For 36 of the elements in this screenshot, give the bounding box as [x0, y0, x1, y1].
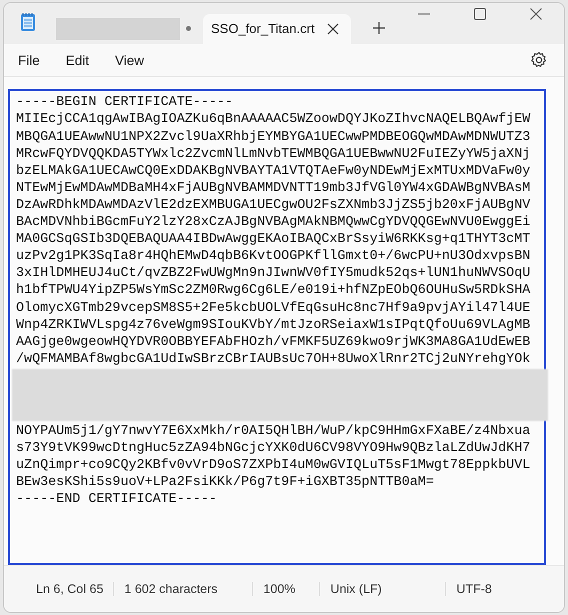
text-line: s73Y9tVK99wcDtngHuc5zZA94bNGcjcYXK0dU6CV98VYO9Hw9QBzlaLZdUwJdKH7 — [16, 440, 532, 458]
maximize-icon[interactable] — [474, 8, 486, 20]
menu-item[interactable]: View — [115, 52, 144, 68]
text-line: bzELMAkGA1UECAwCQ0ExDDAKBgNVBAYTA1VTQTAeFw0yNDEwMjExMTUxMDVaFw0y — [16, 162, 532, 180]
text-line: /wQFMAMBAf8wgbcGA1UdIwSBrzCBrIAUBsUc7OH+8UwoXlRnr2TCj2uNYrehgYOk — [16, 350, 532, 368]
status-text: Unix (LF) — [320, 582, 446, 596]
text-line: MA0GCSqGSIb3DQEBAQUAA4IBDwAwggEKAoIBAQCxBrSsyiW6RKKsg+q1THYT3cMT — [16, 231, 532, 248]
text-line: MRcwFQYDVQQKDA5TYWxlc2ZvcmNlLmNvbTEWMBQGA1UEBwwNU2FuIEZyYW5jaXNj — [16, 146, 532, 163]
text-line: Wnp4ZRKIWVLspg4z76veWgm9SIouKVbY/mtJzoRSeiaxW1sIPqtQfoUu69VLAgMB — [16, 316, 532, 334]
notepad-icon[interactable] — [20, 12, 36, 32]
settings-icon[interactable] — [530, 51, 548, 70]
close-icon[interactable] — [530, 8, 542, 20]
text-line: -----END CERTIFICATE----- — [16, 491, 218, 508]
text-line: 3xIHlDMHEUJ4uCt/qvZBZ2FwUWgMn9nJIwnWV0fIY5mudk52qs+lUN1huNWVSOqU — [16, 265, 532, 282]
text-line: h1bfTPWU4YipZP5WsYmSc2ZM0Rwg6Cg6LE/e019i+hfNZpEObQ6OUHuSw5RDkSHA — [16, 282, 532, 300]
text-line: MBQGA1UEAwwNU1NPX2Zvcl9UaXRhbjEYMBYGA1UECwwPMDBEOGQwMDAwMDNWUTZ3 — [16, 128, 532, 146]
tab[interactable]: SSO_for_Titan.crt — [203, 14, 351, 44]
status-text: 1 602 characters — [114, 582, 254, 596]
status-text: Ln 6, Col 65 — [26, 582, 114, 596]
text-line: NOYPAUm5j1/gY7nwvY7E6XxMkh/r0AI5QHlBH/WuP/kpC9HHmGxFXaBE/z4Nbxua — [16, 422, 532, 440]
text-line: AAGjge0wgeowHQYDVR0OBBYEFAbFHOzh/vFMKF5UZ69kwo9rjWK3MA8GA1UdEwEB — [16, 334, 532, 351]
text-line: DzAwRDhkMDAwMDAzVlE2dzEXMBUGA1UECgwOU2FsZXNmb3JjZS5jb20xFjAUBgNV — [16, 196, 532, 214]
text-line: BAcMDVNhbiBGcmFuY2lzY28xCzAJBgNVBAgMAkNBMQwwCgYDVQQGEwNVU0EwggEi — [16, 214, 532, 232]
menu-item[interactable]: File — [18, 52, 40, 68]
plus-icon[interactable] — [373, 22, 385, 34]
close-icon[interactable] — [327, 22, 339, 35]
status-text: 100% — [253, 582, 320, 596]
text-line: BEw3esKShi5s9uoV+LPa2FsiKKk/P6g7t9F+iGXBT35pNTTB0aM= — [16, 474, 435, 492]
text-line: -----BEGIN CERTIFICATE----- — [16, 94, 234, 112]
text-line: OlomycXGTmb29vcepSM8S5+2Fe5kcbUOLVfEqGsuHc8nc7Hf9a9pvjAYil47l4UE — [16, 300, 532, 317]
text-line: uzPv2g1PK3SqIa8r4HQhEMwD4qbB6KvtOOGPKfllGmxt0+/6wcPU+nU3OdxvpsBN — [16, 248, 532, 266]
text-line: uZnQimpr+co9CQy2KBfv0vVrD9oS7ZXPbI4uM0wGVIQLuT5sF1Mwgt78EppkbUVL — [16, 457, 532, 474]
text-line: MIIEcjCCA1qgAwIBAgIOAZKu6qBnAAAAAC5WZoowDQYJKoZIhvcNAQELBQAwfjEW — [16, 111, 532, 129]
text-line: NTEwMjEwMDAwMDBaMH4xFjAUBgNVBAMMDVNTT19mb3JfVGl0YW4xGDAWBgNVBAsM — [16, 180, 532, 197]
status-text: UTF-8 — [455, 582, 493, 596]
menu-item[interactable]: Edit — [66, 52, 90, 68]
